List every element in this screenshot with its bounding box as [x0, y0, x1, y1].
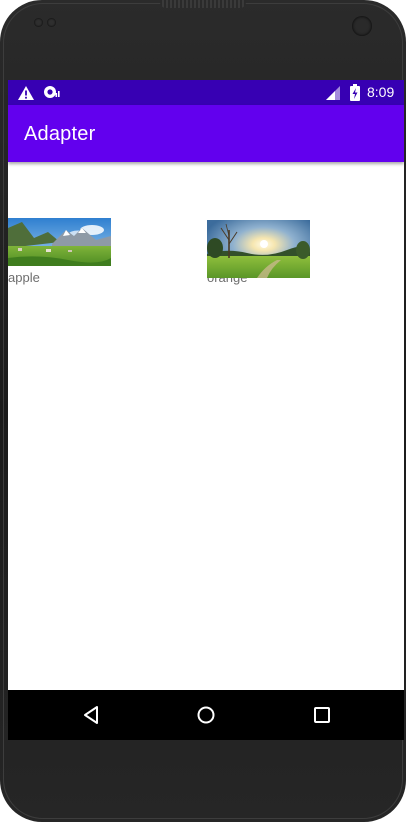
grid-item-apple[interactable]: apple [8, 218, 111, 285]
back-icon[interactable] [80, 703, 104, 727]
sync-icon [44, 86, 60, 98]
proximity-sensors [34, 18, 56, 30]
navigation-bar [8, 690, 404, 740]
app-toolbar: Adapter [8, 105, 404, 162]
earpiece-speaker [160, 0, 246, 8]
warning-icon [18, 86, 34, 100]
status-bar: 8:09 [8, 80, 404, 105]
mountain-meadow-photo [8, 218, 111, 266]
phone-screen: 8:09 Adapter apple [8, 80, 404, 740]
grid-view[interactable]: apple orange [8, 162, 404, 690]
front-camera [352, 16, 372, 36]
battery-charging-icon [350, 84, 360, 101]
home-icon[interactable] [194, 703, 218, 727]
recents-icon[interactable] [310, 703, 334, 727]
grid-item-label: apple [8, 270, 40, 285]
status-clock: 8:09 [367, 84, 395, 100]
phone-device-frame: 8:09 Adapter apple [0, 0, 406, 822]
cell-signal-icon [326, 86, 340, 100]
app-title: Adapter [24, 123, 96, 145]
grid-item-orange[interactable]: orange [207, 220, 310, 285]
sunset-field-photo [207, 220, 310, 278]
